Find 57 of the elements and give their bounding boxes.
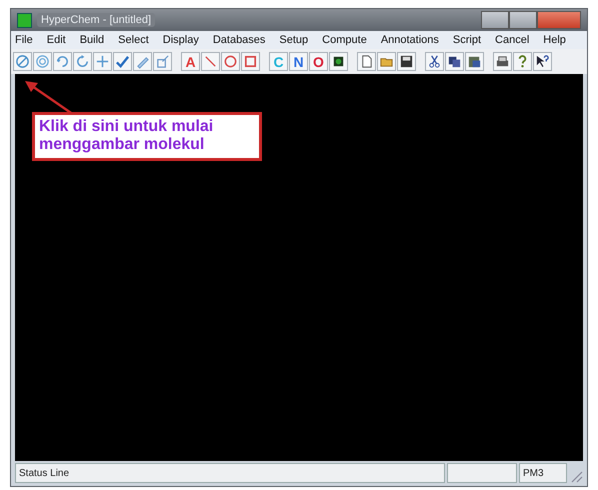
workspace-canvas[interactable] (15, 74, 583, 461)
copy-button[interactable] (445, 52, 464, 71)
letter-tool-button[interactable]: N (289, 52, 308, 71)
menu-item[interactable]: Select (118, 34, 149, 46)
pencil-icon (135, 54, 150, 69)
context-help-button[interactable] (533, 52, 552, 71)
rotate-icon (55, 54, 70, 69)
resize-grip-icon (569, 469, 583, 483)
app-icon (17, 12, 32, 28)
maximize-button[interactable] (509, 11, 537, 29)
menu-item[interactable]: Help (543, 34, 566, 46)
method-indicator: PM3 (519, 463, 567, 483)
menu-item[interactable]: File (15, 34, 33, 46)
menu-item[interactable]: Compute (322, 34, 367, 46)
rotate-button[interactable] (73, 52, 92, 71)
close-button[interactable] (537, 11, 581, 29)
paste-button[interactable] (465, 52, 484, 71)
menu-item[interactable]: Cancel (495, 34, 530, 46)
menu-item[interactable]: Script (452, 34, 482, 46)
target-icon (35, 54, 50, 69)
line-button[interactable] (201, 52, 220, 71)
square-button[interactable] (241, 52, 260, 71)
printer-icon (495, 54, 510, 69)
rotate-icon (75, 54, 90, 69)
minimize-button[interactable] (481, 11, 509, 29)
paste-icon (467, 54, 482, 69)
menu-item[interactable]: Annotations (380, 34, 439, 46)
checkmark-button[interactable] (113, 52, 132, 71)
rotate-button[interactable] (53, 52, 72, 71)
cut-button[interactable] (425, 52, 444, 71)
window-title: HyperChem - [untitled] (37, 13, 156, 27)
pencil-button[interactable] (133, 52, 152, 71)
letter-tool-button[interactable]: A (181, 52, 200, 71)
checkmark-icon (115, 54, 130, 69)
menu-item[interactable]: Databases (212, 34, 266, 46)
save-button[interactable] (397, 52, 416, 71)
circle-button[interactable] (221, 52, 240, 71)
cut-icon (427, 54, 442, 69)
new-file-button[interactable] (357, 52, 376, 71)
circle-icon (223, 54, 238, 69)
context-help-icon (535, 54, 550, 69)
help-button[interactable] (513, 52, 532, 71)
status-message: Status Line (15, 463, 445, 483)
callout-note: Klik di sini untuk mulai menggambar molekul (32, 112, 262, 161)
letter-tool-button[interactable]: O (309, 52, 328, 71)
line-icon (203, 54, 218, 69)
printer-button[interactable] (493, 52, 512, 71)
target-button[interactable] (33, 52, 52, 71)
status-pane (447, 463, 517, 483)
folder-button[interactable] (377, 52, 396, 71)
menu-item[interactable]: Edit (46, 34, 66, 46)
square-icon (243, 54, 258, 69)
menu-item[interactable]: Setup (279, 34, 308, 46)
copy-icon (447, 54, 462, 69)
menu-item[interactable]: Build (80, 34, 104, 46)
save-icon (399, 54, 414, 69)
menu-item[interactable]: Display (162, 34, 199, 46)
